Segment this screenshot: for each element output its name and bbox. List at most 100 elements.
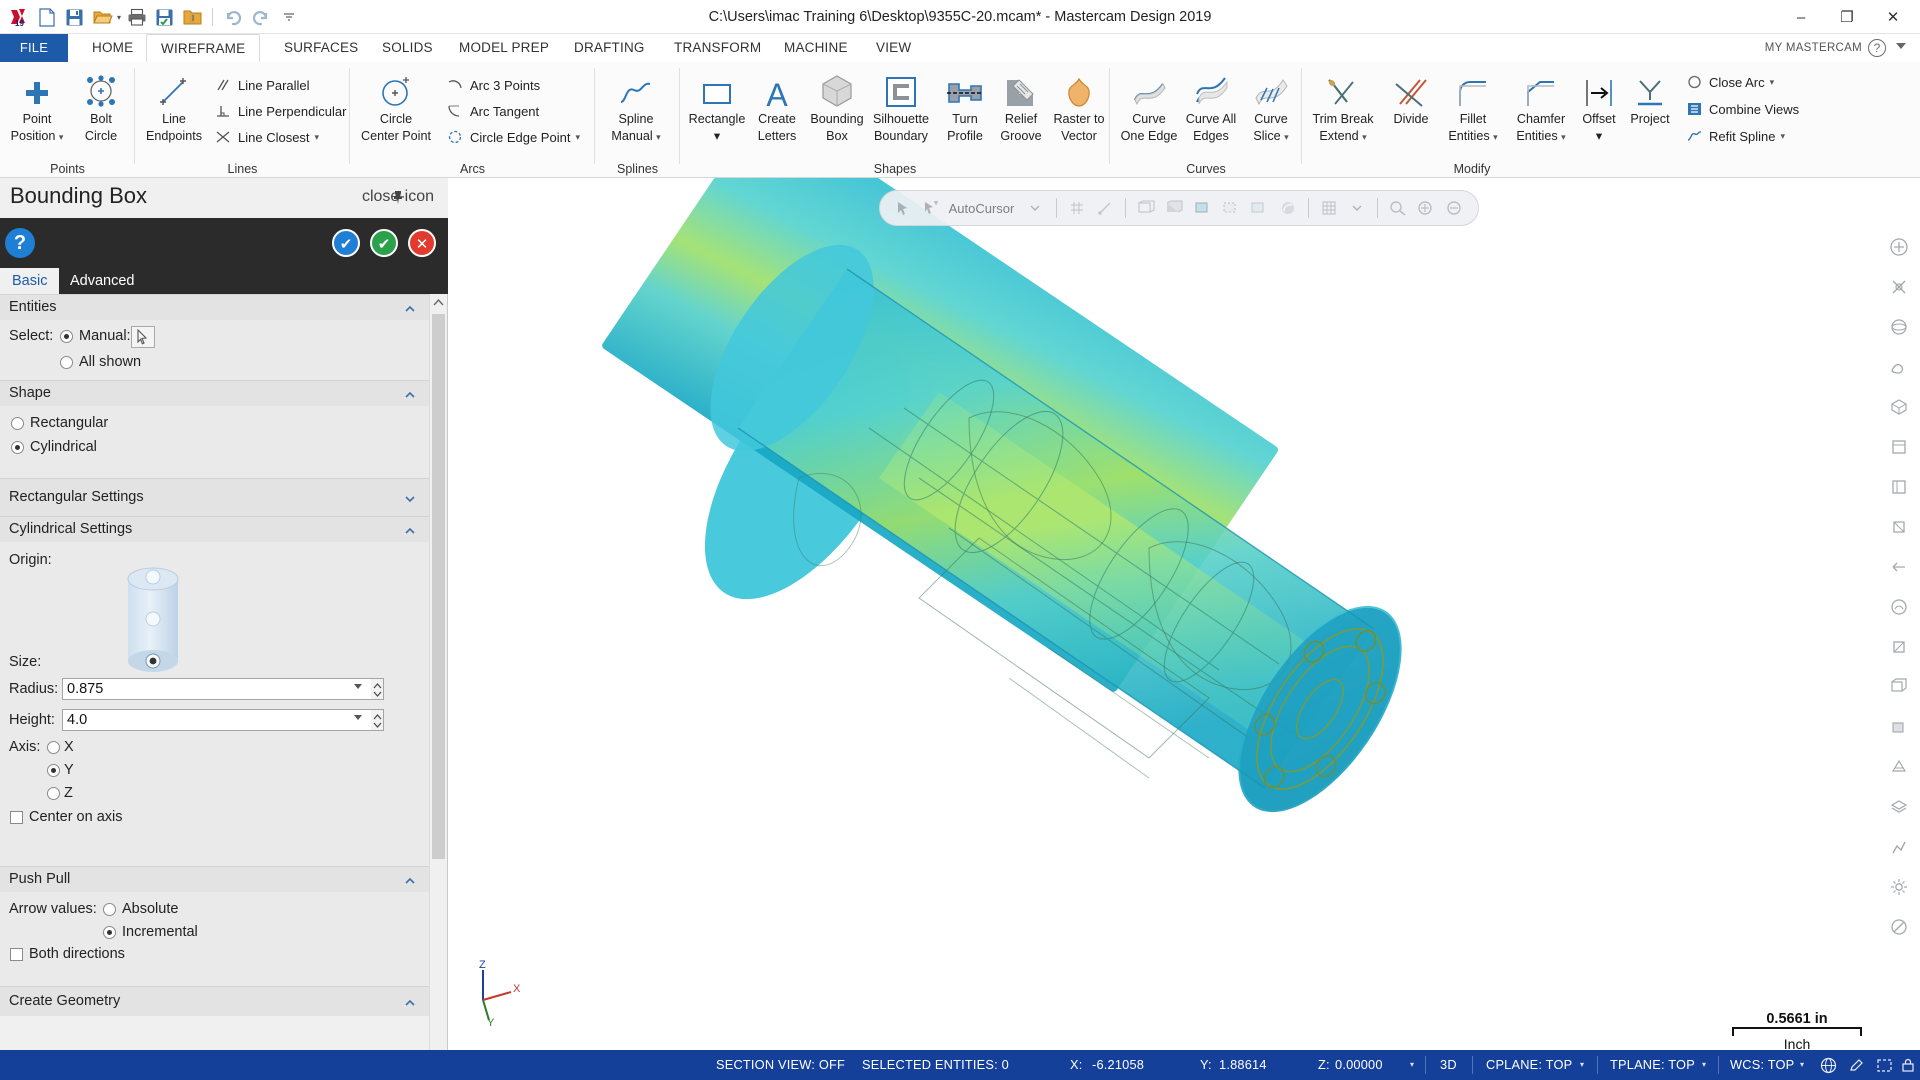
- arc-3-points-button[interactable]: Arc 3 Points: [445, 74, 540, 96]
- apply-button[interactable]: ✔: [332, 229, 360, 257]
- tab-view[interactable]: VIEW: [862, 34, 925, 62]
- circle-center-point-button[interactable]: Circle Center Point: [358, 68, 434, 143]
- left-view-icon[interactable]: [1884, 632, 1914, 662]
- point-position-button[interactable]: Point Position ▾: [6, 68, 68, 144]
- raster-to-vector-button[interactable]: Raster to Vector: [1048, 68, 1110, 143]
- radio-all-shown[interactable]: [60, 356, 73, 369]
- isometric-view-icon[interactable]: [1884, 392, 1914, 422]
- height-dropdown-icon[interactable]: [354, 715, 362, 720]
- right-view-icon[interactable]: [1884, 512, 1914, 542]
- close-arc-button[interactable]: Close Arc ▾: [1684, 71, 1774, 93]
- top-view-icon[interactable]: [1884, 432, 1914, 462]
- tab-basic[interactable]: Basic: [0, 268, 60, 294]
- shaded-icon[interactable]: [1163, 196, 1185, 220]
- wireframe-toggle-icon[interactable]: [1884, 672, 1914, 702]
- section-header-rectangular-settings[interactable]: Rectangular Settings: [0, 478, 430, 516]
- fit-icon[interactable]: [1415, 196, 1437, 220]
- tplane-dropdown-icon[interactable]: ▾: [1702, 1050, 1706, 1080]
- radio-axis-z[interactable]: [47, 787, 60, 800]
- shading-toggle-icon[interactable]: [1884, 712, 1914, 742]
- lock-icon[interactable]: [1898, 1055, 1918, 1075]
- chevron-up-icon[interactable]: [404, 996, 416, 1008]
- cancel-button[interactable]: ✕: [408, 229, 436, 257]
- status-selected-entities[interactable]: SELECTED ENTITIES: 0: [862, 1050, 1009, 1080]
- chevron-down-icon[interactable]: [404, 492, 416, 504]
- circle-edge-point-dropdown-icon[interactable]: ▾: [575, 132, 580, 143]
- grid-icon[interactable]: [1318, 196, 1340, 220]
- hidden-lines-icon[interactable]: [1220, 196, 1242, 220]
- circle-edge-point-button[interactable]: Circle Edge Point ▾: [445, 126, 580, 148]
- analyze-icon[interactable]: [1884, 832, 1914, 862]
- help-icon[interactable]: ?: [1868, 39, 1886, 57]
- radius-input[interactable]: 0.875: [62, 678, 384, 700]
- turn-profile-button[interactable]: Turn Profile: [934, 68, 996, 143]
- tab-drafting[interactable]: DRAFTING: [560, 34, 659, 62]
- rectangle-button[interactable]: Rectangle ▾: [686, 68, 748, 143]
- scroll-up-icon[interactable]: [430, 294, 447, 311]
- close-button[interactable]: ✕: [1870, 1, 1916, 33]
- help-icon[interactable]: ?: [5, 228, 35, 258]
- tab-machine[interactable]: MACHINE: [770, 34, 862, 62]
- close-arc-dropdown-icon[interactable]: ▾: [1770, 77, 1775, 88]
- front-view-icon[interactable]: [1884, 472, 1914, 502]
- chevron-up-icon[interactable]: [404, 302, 416, 314]
- line-parallel-button[interactable]: Line Parallel: [213, 74, 310, 96]
- close-icon[interactable]: close-icon: [362, 188, 434, 206]
- tab-file[interactable]: FILE: [0, 34, 68, 62]
- status-z-dropdown-icon[interactable]: ▾: [1410, 1050, 1414, 1080]
- autocursor-icon[interactable]: [920, 196, 942, 220]
- bolt-circle-button[interactable]: Bolt Circle: [70, 68, 132, 143]
- spline-manual-button[interactable]: Spline Manual ▾: [605, 68, 667, 144]
- settings-icon[interactable]: [1884, 872, 1914, 902]
- origin-selector-graphic[interactable]: [110, 561, 196, 685]
- cplane-dropdown-icon[interactable]: ▾: [1580, 1050, 1584, 1080]
- my-mastercam-label[interactable]: MY MASTERCAM: [1765, 34, 1862, 62]
- status-wcs[interactable]: WCS: TOP: [1730, 1050, 1794, 1080]
- select-icon[interactable]: [892, 196, 914, 220]
- radius-dropdown-icon[interactable]: [354, 684, 362, 689]
- dynamic-rotate-icon[interactable]: [1884, 312, 1914, 342]
- height-input[interactable]: 4.0: [62, 709, 384, 731]
- line-endpoints-button[interactable]: Line Endpoints: [143, 68, 205, 143]
- height-spinner[interactable]: [371, 709, 384, 731]
- manual-select-button[interactable]: [131, 326, 155, 348]
- pencil-icon[interactable]: [1846, 1055, 1866, 1075]
- radio-manual[interactable]: [60, 330, 73, 343]
- rectangle-dropdown-icon[interactable]: ▾: [686, 129, 748, 144]
- curve-slice-button[interactable]: Curve Slice ▾: [1240, 68, 1302, 144]
- wcs-dropdown-icon[interactable]: ▾: [1800, 1050, 1804, 1080]
- chamfer-entities-button[interactable]: Chamfer Entities ▾: [1510, 68, 1572, 144]
- checkbox-center-on-axis[interactable]: [10, 811, 23, 824]
- line-closest-dropdown-icon[interactable]: ▾: [315, 132, 320, 143]
- fillet-entities-button[interactable]: Fillet Entities ▾: [1442, 68, 1504, 144]
- offset-button[interactable]: Offset ▾: [1574, 68, 1624, 143]
- ribbon-collapse-icon[interactable]: [1896, 43, 1906, 49]
- level-manager-icon[interactable]: [1884, 792, 1914, 822]
- ribbon-tab-bar[interactable]: FILE HOME WIREFRAME SURFACES SOLIDS MODE…: [0, 34, 1920, 62]
- grid-options-icon[interactable]: [1346, 196, 1368, 220]
- snap-endpoint-icon[interactable]: [1094, 196, 1116, 220]
- zoom-window-icon[interactable]: [1387, 196, 1409, 220]
- wireframe-icon[interactable]: [1135, 196, 1157, 220]
- radio-axis-y[interactable]: [47, 764, 60, 777]
- globe-icon[interactable]: [1818, 1055, 1838, 1075]
- relief-groove-button[interactable]: Relief Groove: [990, 68, 1052, 143]
- radio-incremental[interactable]: [103, 926, 116, 939]
- combine-views-button[interactable]: Combine Views: [1684, 98, 1799, 120]
- viewport-right-toolbar[interactable]: [1878, 178, 1920, 1066]
- tab-surfaces[interactable]: SURFACES: [270, 34, 372, 62]
- tab-wireframe[interactable]: WIREFRAME: [146, 34, 261, 62]
- status-section-view[interactable]: SECTION VIEW: OFF: [716, 1050, 845, 1080]
- panel-tabs[interactable]: Basic Advanced: [0, 268, 448, 294]
- graphics-viewport[interactable]: AutoCursor Z X Y 0.5661 in Inch: [449, 178, 1920, 1066]
- chevron-up-icon[interactable]: [404, 874, 416, 886]
- minimize-button[interactable]: –: [1778, 1, 1824, 33]
- silhouette-boundary-button[interactable]: Silhouette Boundary: [870, 68, 932, 143]
- refit-spline-button[interactable]: Refit Spline ▾: [1684, 125, 1785, 147]
- zoom-target-icon[interactable]: [1884, 272, 1914, 302]
- tab-advanced[interactable]: Advanced: [58, 268, 147, 294]
- tab-transform[interactable]: TRANSFORM: [660, 34, 775, 62]
- shaded-wireframe-icon[interactable]: [1192, 196, 1214, 220]
- radius-spinner[interactable]: [371, 678, 384, 700]
- chevron-up-icon[interactable]: [404, 388, 416, 400]
